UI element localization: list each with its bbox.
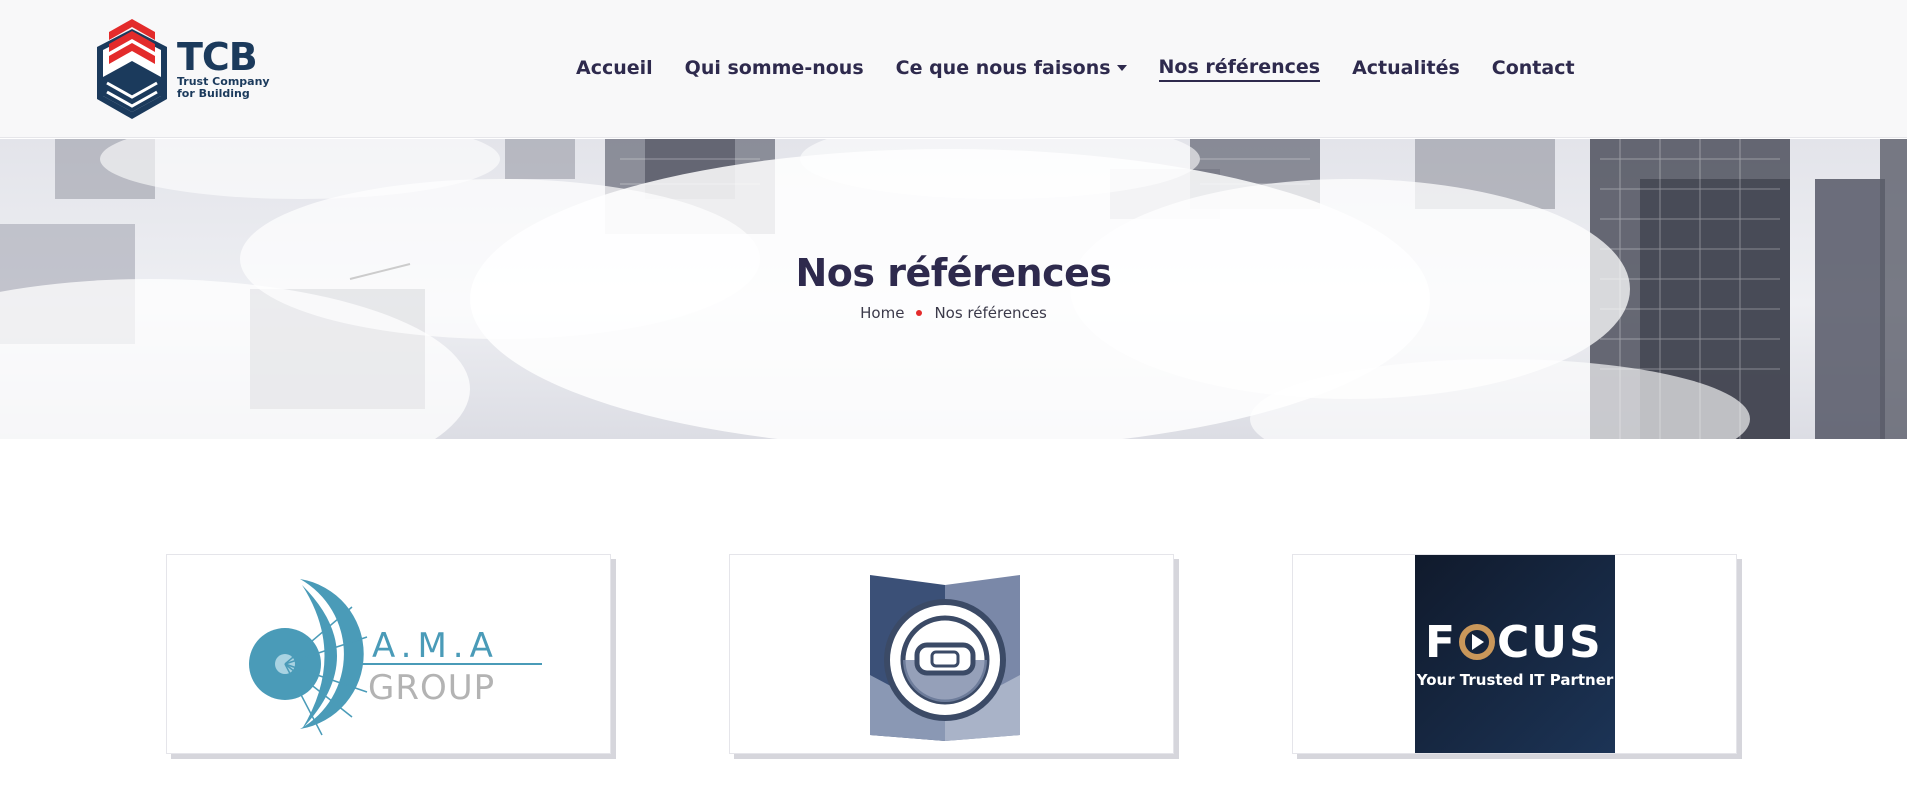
breadcrumb-current: Nos références (934, 304, 1047, 322)
breadcrumb-separator-dot (916, 310, 923, 316)
nav-item-nos-references[interactable]: Nos références (1158, 56, 1321, 82)
svg-text:F: F (1425, 617, 1457, 668)
tcb-logo[interactable]: TCB Trust Company for Building (95, 17, 275, 120)
ama-group-logo: A.M.A GROUP (249, 579, 542, 736)
tcb-shield-icon (97, 19, 167, 119)
svg-text:Your Trusted IT Partner: Your Trusted IT Partner (1416, 671, 1614, 689)
nav-item-qui-somme-nous[interactable]: Qui somme-nous (685, 57, 864, 81)
nav-item-ce-que-nous-faisons[interactable]: Ce que nous faisons (896, 57, 1127, 81)
breadcrumb-home-link[interactable]: Home (860, 304, 904, 322)
logo-subtitle-2: for Building (177, 86, 250, 100)
logo-subtitle-1: Trust Company (177, 74, 270, 88)
nav-item-label: Actualités (1352, 57, 1460, 79)
nav-item-contact[interactable]: Contact (1492, 57, 1575, 81)
breadcrumb: Home Nos références (0, 304, 1907, 322)
nav-item-actualites[interactable]: Actualités (1352, 57, 1460, 81)
nav-item-label: Contact (1491, 57, 1575, 79)
reference-card-ama-group[interactable]: A.M.A GROUP (166, 554, 611, 754)
svg-text:CUS: CUS (1497, 617, 1603, 668)
logo-text: TCB Trust Company for Building (177, 38, 270, 100)
svg-text:A.M.A: A.M.A (372, 626, 499, 666)
nav-item-accueil[interactable]: Accueil (576, 57, 653, 81)
nav-item-label: Nos références (1158, 56, 1321, 78)
site-header: TCB Trust Company for Building Accueil Q… (0, 0, 1907, 138)
main-nav: Accueil Qui somme-nous Ce que nous faiso… (576, 54, 1607, 84)
page-title: Nos références (795, 251, 1112, 295)
reference-card-steering[interactable] (729, 554, 1174, 754)
caret-down-icon (1116, 65, 1127, 71)
nav-item-label: Accueil (576, 57, 653, 79)
reference-card-focus[interactable]: F CUS Your Trusted IT Partner (1292, 554, 1737, 754)
steering-wheel-logo (870, 575, 1020, 741)
page-hero: Nos références Home Nos références (0, 139, 1907, 439)
svg-text:GROUP: GROUP (368, 668, 495, 708)
nav-item-label: Qui somme-nous (684, 57, 864, 79)
nav-item-label: Ce que nous faisons (895, 57, 1111, 79)
focus-logo: F CUS Your Trusted IT Partner (1415, 555, 1615, 753)
logo-name: TCB (177, 34, 258, 79)
